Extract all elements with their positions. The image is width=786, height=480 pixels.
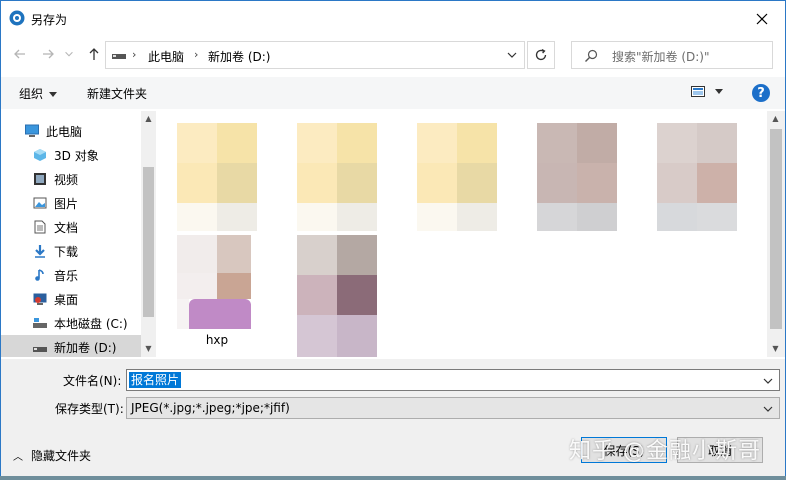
title-bar: 另存为 — [1, 1, 785, 37]
tree-item-label: 音乐 — [54, 269, 79, 283]
file-thumbnail[interactable] — [537, 123, 617, 231]
file-thumbnail[interactable] — [417, 123, 497, 231]
drive-icon — [112, 54, 126, 59]
refresh-icon — [535, 48, 547, 61]
tree-item-videos[interactable]: 视频 — [1, 167, 141, 191]
filename-input[interactable]: 报名照片 — [126, 369, 780, 391]
tree-item-label: 新加卷 (D:) — [54, 341, 117, 355]
watermark: 知乎 @金融小斯哥 — [569, 439, 761, 464]
tree-item-desktop[interactable]: 桌面 — [1, 287, 141, 311]
save-as-dialog: 另存为 › 此电脑 › 新加卷 (D:) 搜索"新加卷 (D:)" 组织 新建文… — [0, 0, 786, 480]
chevron-down-icon[interactable] — [763, 404, 773, 414]
tree-item-downloads[interactable]: 下载 — [1, 239, 141, 263]
address-bar[interactable]: › 此电脑 › 新加卷 (D:) — [105, 41, 525, 69]
drive-c-icon — [33, 318, 47, 328]
breadcrumb-this-pc[interactable]: 此电脑 — [148, 48, 184, 65]
back-button[interactable] — [11, 45, 29, 63]
file-thumbnail[interactable] — [297, 235, 377, 357]
search-icon — [585, 49, 598, 62]
recent-locations-button[interactable] — [63, 45, 75, 63]
search-placeholder: 搜索"新加卷 (D:)" — [612, 50, 710, 64]
file-name-hxp[interactable]: hxp — [177, 333, 257, 347]
scroll-up-arrow[interactable]: ▲ — [144, 114, 153, 123]
download-icon — [35, 245, 45, 258]
desktop-icon — [33, 293, 47, 305]
drive-d-icon — [33, 347, 47, 352]
navigation-pane: 此电脑 3D 对象 视频 图片 文档 下载 音乐 桌面 本地磁盘 (C:) 新加… — [1, 111, 141, 357]
tree-item-label: 桌面 — [54, 293, 79, 307]
navigation-row: › 此电脑 › 新加卷 (D:) 搜索"新加卷 (D:)" — [1, 39, 785, 71]
view-options-caret[interactable] — [715, 89, 723, 94]
computer-icon — [25, 124, 39, 137]
help-icon[interactable]: ? — [752, 84, 770, 102]
file-thumbnail-hxp[interactable]: hxp — [177, 235, 257, 347]
chevron-up-icon: ︿ — [13, 452, 23, 463]
scroll-up-arrow[interactable]: ▲ — [771, 114, 780, 123]
filename-label: 文件名(N): — [63, 374, 122, 388]
chevron-down-icon — [65, 51, 73, 57]
tree-item-label: 文档 — [54, 221, 79, 235]
filename-value: 报名照片 — [129, 372, 182, 388]
breadcrumb-drive-d[interactable]: 新加卷 (D:) — [208, 48, 270, 65]
file-thumbnail[interactable] — [297, 123, 377, 231]
caret-down-icon — [49, 92, 58, 97]
documents-icon — [34, 220, 46, 234]
view-icon[interactable] — [691, 85, 705, 99]
breadcrumb-separator: › — [194, 48, 199, 61]
refresh-button[interactable] — [527, 41, 555, 69]
tree-item-label: 本地磁盘 (C:) — [54, 317, 128, 331]
up-button[interactable] — [85, 45, 103, 63]
arrow-left-icon — [14, 49, 25, 59]
organize-button[interactable]: 组织 — [19, 85, 58, 102]
tree-item-music[interactable]: 音乐 — [1, 263, 141, 287]
hide-folders-label: 隐藏文件夹 — [31, 449, 92, 463]
file-list-scrollbar[interactable]: ▲ ▼ — [767, 111, 785, 357]
tree-item-3d-objects[interactable]: 3D 对象 — [1, 143, 141, 167]
tree-item-drive-d[interactable]: 新加卷 (D:) — [1, 335, 141, 357]
window-title: 另存为 — [31, 13, 68, 27]
chevron-down-icon[interactable] — [763, 376, 773, 386]
close-icon — [756, 13, 768, 25]
scroll-down-arrow[interactable]: ▼ — [771, 344, 780, 353]
arrow-right-icon — [43, 49, 54, 59]
organize-label: 组织 — [19, 87, 44, 101]
tree-item-pictures[interactable]: 图片 — [1, 191, 141, 215]
scroll-down-arrow[interactable]: ▼ — [144, 344, 153, 353]
scrollbar-thumb[interactable] — [770, 129, 782, 329]
tree-item-this-pc[interactable]: 此电脑 — [1, 119, 141, 143]
search-box[interactable]: 搜索"新加卷 (D:)" — [571, 41, 773, 69]
navigation-scrollbar[interactable]: ▲ ▼ — [141, 111, 156, 357]
3d-objects-icon — [34, 149, 46, 161]
tree-item-drive-c[interactable]: 本地磁盘 (C:) — [1, 311, 141, 335]
file-list: hxp — [157, 111, 767, 357]
arrow-up-icon — [89, 48, 99, 60]
close-button[interactable] — [739, 1, 785, 37]
tree-item-label: 图片 — [54, 197, 79, 211]
tree-item-label: 视频 — [54, 173, 79, 187]
tree-item-documents[interactable]: 文档 — [1, 215, 141, 239]
tree-item-label: 此电脑 — [46, 125, 83, 139]
tree-item-label: 下载 — [54, 245, 79, 259]
music-icon — [35, 269, 44, 281]
file-thumbnail[interactable] — [177, 123, 257, 231]
chevron-down-icon[interactable] — [506, 49, 518, 61]
new-folder-button[interactable]: 新建文件夹 — [87, 85, 147, 102]
filetype-select[interactable]: JPEG(*.jpg;*.jpeg;*jpe;*jfif) — [126, 397, 780, 419]
forward-button[interactable] — [39, 45, 57, 63]
breadcrumb-separator: › — [132, 48, 137, 61]
video-icon — [34, 173, 46, 185]
filetype-value: JPEG(*.jpg;*.jpeg;*jpe;*jfif) — [131, 401, 290, 415]
background-strip — [0, 476, 786, 480]
scrollbar-thumb[interactable] — [143, 167, 154, 317]
pictures-icon — [33, 197, 47, 209]
app-icon — [9, 10, 25, 26]
file-thumbnail[interactable] — [657, 123, 737, 231]
toolbar: 组织 新建文件夹 ? — [1, 77, 785, 109]
filetype-label: 保存类型(T): — [55, 402, 124, 416]
tree-item-label: 3D 对象 — [54, 149, 99, 163]
hide-folders-toggle[interactable]: ︿ 隐藏文件夹 — [13, 447, 91, 464]
